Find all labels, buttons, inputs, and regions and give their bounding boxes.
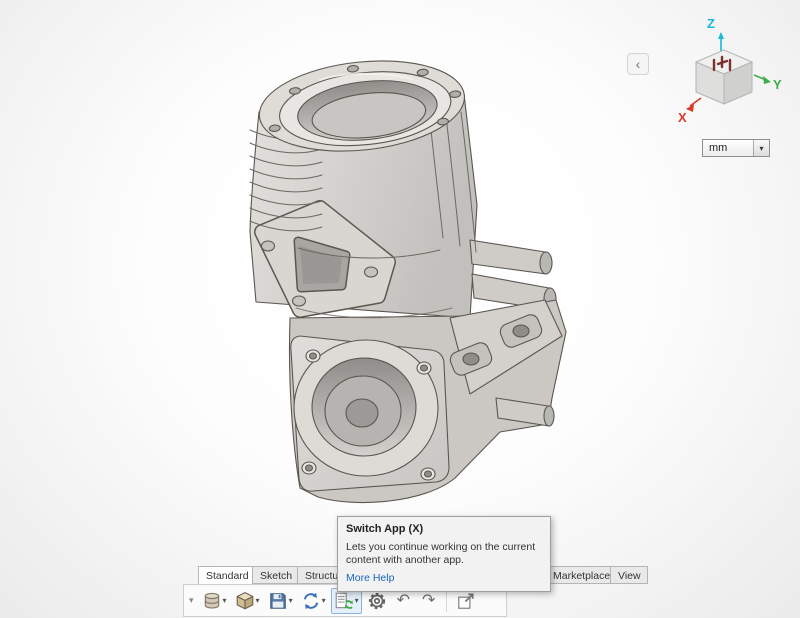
chevron-down-icon[interactable]: ▾ xyxy=(753,140,769,156)
tooltip: Switch App (X) Lets you continue working… xyxy=(337,516,551,592)
collapse-panel-button[interactable]: ‹ xyxy=(627,53,649,75)
tab-structure[interactable]: Structur xyxy=(297,566,339,584)
x-axis-line xyxy=(690,98,701,106)
tooltip-title: Switch App (X) xyxy=(346,523,542,537)
tab-marketplace[interactable]: Marketplace xyxy=(545,566,611,584)
save-button[interactable]: ▾ xyxy=(265,588,296,614)
cube-icon xyxy=(235,591,255,611)
chevron-down-icon[interactable]: ▾ xyxy=(289,597,293,605)
sync-button[interactable]: ▾ xyxy=(298,588,329,614)
primitive-cube-button[interactable]: ▾ xyxy=(232,588,263,614)
sync-icon xyxy=(301,591,321,611)
tooltip-more-help-link[interactable]: More Help xyxy=(346,572,542,585)
tooltip-body: Lets you continue working on the current… xyxy=(346,541,542,567)
x-axis-label: X xyxy=(678,110,687,125)
external-window-icon xyxy=(456,591,476,611)
database-button[interactable]: ▾ xyxy=(199,588,230,614)
chevron-down-icon[interactable]: ▾ xyxy=(223,597,227,605)
y-axis-arrow xyxy=(763,76,771,84)
tab-view[interactable]: View xyxy=(610,566,648,584)
switch-app-icon xyxy=(334,591,354,611)
redo-icon: ↷ xyxy=(420,593,437,609)
undo-button[interactable]: ↶ xyxy=(392,590,415,612)
engine-front-face[interactable] xyxy=(291,336,449,491)
toolbar-overflow-icon[interactable]: ▾ xyxy=(189,595,194,606)
engine-side-bosses[interactable] xyxy=(470,240,556,310)
cad-viewport: ‹ Z Y X mm ▾ Switch App (X) xyxy=(0,0,800,618)
chevron-down-icon[interactable]: ▾ xyxy=(256,597,260,605)
y-axis-label: Y xyxy=(773,77,782,92)
redo-button[interactable]: ↷ xyxy=(417,590,440,612)
undo-icon: ↶ xyxy=(395,593,412,609)
units-dropdown[interactable]: mm ▾ xyxy=(702,139,770,157)
toolbar-separator xyxy=(446,590,447,612)
units-value: mm xyxy=(703,142,753,154)
z-axis-label: Z xyxy=(707,16,715,31)
gear-icon xyxy=(367,591,387,611)
view-cube[interactable]: Z Y X xyxy=(674,12,786,128)
chevron-down-icon[interactable]: ▾ xyxy=(355,597,359,605)
database-icon xyxy=(202,591,222,611)
z-axis-arrow xyxy=(718,32,724,39)
chevron-down-icon[interactable]: ▾ xyxy=(322,597,326,605)
view-cube-body[interactable] xyxy=(696,50,752,104)
tab-sketch[interactable]: Sketch xyxy=(252,566,298,584)
tab-standard[interactable]: Standard xyxy=(198,566,253,585)
save-icon xyxy=(268,591,288,611)
